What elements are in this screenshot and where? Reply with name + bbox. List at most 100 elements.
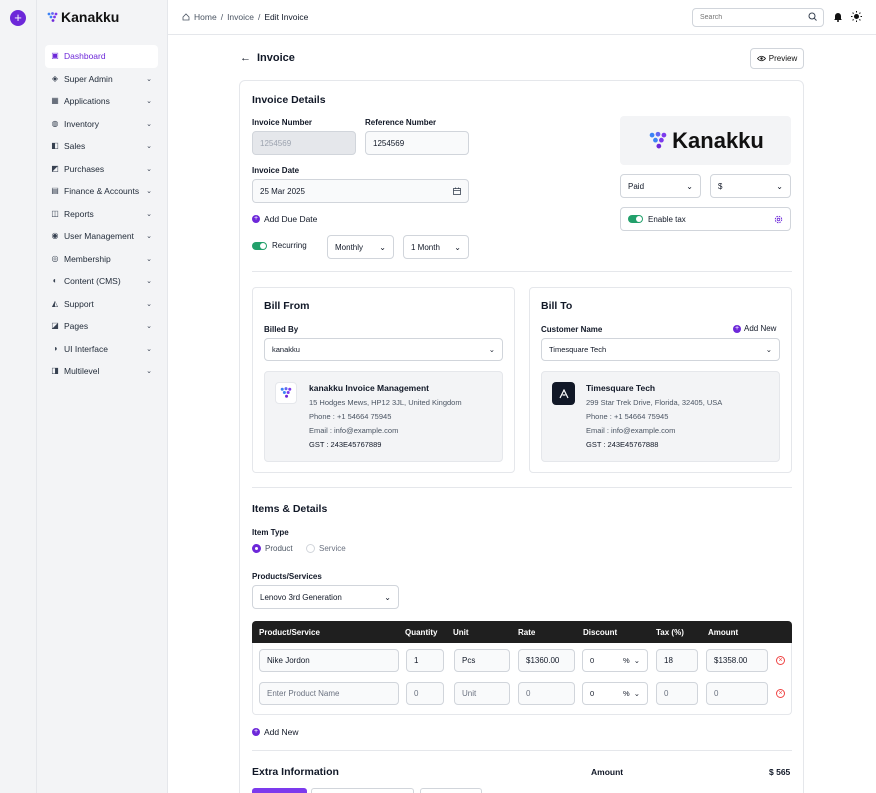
rate-input[interactable]: $1360.00 <box>518 649 575 672</box>
sidebar-item-membership[interactable]: ◎ Membership ⌄ <box>45 248 158 271</box>
chevron-down-icon[interactable]: ⌄ <box>146 345 152 353</box>
sidebar-logo[interactable]: Kanakku <box>46 9 119 25</box>
divider <box>252 750 792 751</box>
recurring-count-select[interactable]: 1 Month ⌄ <box>403 235 469 259</box>
sales-icon: ◧ <box>51 141 59 151</box>
chevron-down-icon[interactable]: ⌄ <box>146 322 152 330</box>
breadcrumb-invoice[interactable]: Invoice <box>227 12 254 22</box>
chevron-down-icon[interactable]: ⌄ <box>146 97 152 105</box>
bill-to-title: Bill To <box>541 300 573 312</box>
unit-input[interactable]: Unit <box>454 682 510 705</box>
product-name-input[interactable]: Enter Product Name <box>259 682 399 705</box>
radio-service-dot[interactable] <box>306 544 315 553</box>
chevron-down-icon[interactable]: ⌄ <box>146 75 152 83</box>
customer-select[interactable]: Timesquare Tech ⌄ <box>541 338 780 361</box>
sidebar-item-finance-accounts[interactable]: ▤ Finance & Accounts ⌄ <box>45 180 158 203</box>
chevron-down-icon[interactable]: ⌄ <box>146 142 152 150</box>
toggle-switch[interactable] <box>252 241 267 250</box>
sidebar-item-multilevel[interactable]: ◨ Multilevel ⌄ <box>45 360 158 383</box>
bill-from-gst: GST : 243E45767889 <box>309 440 382 449</box>
extra-tab[interactable] <box>420 788 482 793</box>
chevron-down-icon[interactable]: ⌄ <box>146 120 152 128</box>
chevron-down-icon[interactable]: ⌄ <box>146 210 152 218</box>
col-tax: Tax (%) <box>656 628 684 637</box>
remove-row-icon[interactable]: × <box>776 656 785 665</box>
discount-field[interactable]: 0% ⌄ <box>582 682 648 705</box>
sidebar-item-label: Support <box>64 298 94 309</box>
sidebar-item-ui-interface[interactable]: ◑ UI Interface ⌄ <box>45 338 158 361</box>
search-input[interactable] <box>692 8 824 27</box>
recurring-toggle[interactable]: Recurring <box>252 241 307 250</box>
chevron-down-icon[interactable]: ⌄ <box>146 165 152 173</box>
theme-toggle-icon[interactable] <box>851 11 862 22</box>
page-header: ← Invoice <box>240 52 295 64</box>
kanakku-logo-icon <box>47 11 58 22</box>
extra-tab-active[interactable] <box>252 788 307 793</box>
amount-input[interactable]: $1358.00 <box>706 649 768 672</box>
plus-icon: + <box>252 728 260 736</box>
divider <box>252 271 792 272</box>
add-due-date-link[interactable]: + Add Due Date <box>252 214 317 224</box>
unit-input[interactable]: Pcs <box>454 649 510 672</box>
sidebar-item-support[interactable]: ◭ Support ⌄ <box>45 293 158 316</box>
quantity-input[interactable]: 0 <box>406 682 444 705</box>
back-arrow-icon[interactable]: ← <box>240 52 251 64</box>
preview-button[interactable]: Preview <box>750 48 804 69</box>
chevron-down-icon[interactable]: ⌄ <box>146 367 152 375</box>
sidebar-item-content-cms[interactable]: ◐ Content (CMS) ⌄ <box>45 270 158 293</box>
ui-icon: ◑ <box>52 343 58 353</box>
chevron-down-icon[interactable]: ⌄ <box>146 187 152 195</box>
extra-tab[interactable] <box>311 788 414 793</box>
divider <box>252 487 792 488</box>
kanakku-logo-icon <box>280 387 292 398</box>
bell-icon[interactable] <box>833 11 843 22</box>
sidebar-item-pages[interactable]: ◪ Pages ⌄ <box>45 315 158 338</box>
tax-toggle-switch[interactable] <box>628 215 643 223</box>
add-customer-link[interactable]: + Add New <box>733 324 776 333</box>
company-logo-text: Kanakku <box>672 127 764 153</box>
invoice-date-field[interactable]: 25 Mar 2025 <box>252 179 469 203</box>
chevron-down-icon[interactable]: ⌄ <box>146 255 152 263</box>
amount-input[interactable]: 0 <box>706 682 768 705</box>
discount-field[interactable]: 0% ⌄ <box>582 649 648 672</box>
col-discount: Discount <box>583 628 618 637</box>
status-select[interactable]: Paid ⌄ <box>620 174 701 198</box>
sidebar-item-label: Sales <box>64 141 86 152</box>
billed-by-select[interactable]: kanakku ⌄ <box>264 338 503 361</box>
sidebar-item-sales[interactable]: ◧ Sales ⌄ <box>45 135 158 158</box>
sidebar-item-inventory[interactable]: ◍ Inventory ⌄ <box>45 113 158 136</box>
remove-row-icon[interactable]: × <box>776 689 785 698</box>
quantity-input[interactable]: 1 <box>406 649 444 672</box>
grid-icon: ▦ <box>51 96 59 106</box>
sidebar-item-purchases[interactable]: ◩ Purchases ⌄ <box>45 158 158 181</box>
radio-service[interactable]: Service <box>306 544 346 553</box>
sidebar-item-super-admin[interactable]: ◈ Super Admin ⌄ <box>45 68 158 91</box>
customer-avatar <box>552 382 575 405</box>
rate-input[interactable]: 0 <box>518 682 575 705</box>
radio-product[interactable]: Product <box>252 544 293 553</box>
create-button[interactable]: + <box>10 10 26 26</box>
gear-icon[interactable] <box>774 215 783 224</box>
bill-from-address-card: kanakku Invoice Management 15 Hodges Mew… <box>264 371 503 462</box>
radio-product-dot[interactable] <box>252 544 261 553</box>
sidebar-item-applications[interactable]: ▦ Applications ⌄ <box>45 90 158 113</box>
add-item-link[interactable]: + Add New <box>252 727 299 737</box>
tax-input[interactable]: 18 <box>656 649 698 672</box>
product-select[interactable]: Lenovo 3rd Generation ⌄ <box>252 585 399 609</box>
product-name-input[interactable]: Nike Jordon <box>259 649 399 672</box>
bill-from-panel: Bill From Billed By kanakku ⌄ kanakku Inv… <box>252 287 515 473</box>
recurring-period-select[interactable]: Monthly ⌄ <box>327 235 394 259</box>
sidebar-item-label: Content (CMS) <box>64 276 121 287</box>
breadcrumb-home[interactable]: Home <box>194 12 217 22</box>
bill-from-email: Email : info@example.com <box>309 426 399 435</box>
sidebar-item-user-management[interactable]: ◉ User Management ⌄ <box>45 225 158 248</box>
sidebar-item-dashboard[interactable]: ▣ Dashboard <box>45 45 158 68</box>
reference-number-field[interactable]: 1254569 <box>365 131 469 155</box>
sidebar-item-reports[interactable]: ◫ Reports ⌄ <box>45 203 158 226</box>
super-admin-icon: ◈ <box>51 73 59 83</box>
currency-select[interactable]: $ ⌄ <box>710 174 791 198</box>
tax-input[interactable]: 0 <box>656 682 698 705</box>
chevron-down-icon[interactable]: ⌄ <box>146 300 152 308</box>
chevron-down-icon[interactable]: ⌄ <box>146 277 152 285</box>
chevron-down-icon[interactable]: ⌄ <box>146 232 152 240</box>
